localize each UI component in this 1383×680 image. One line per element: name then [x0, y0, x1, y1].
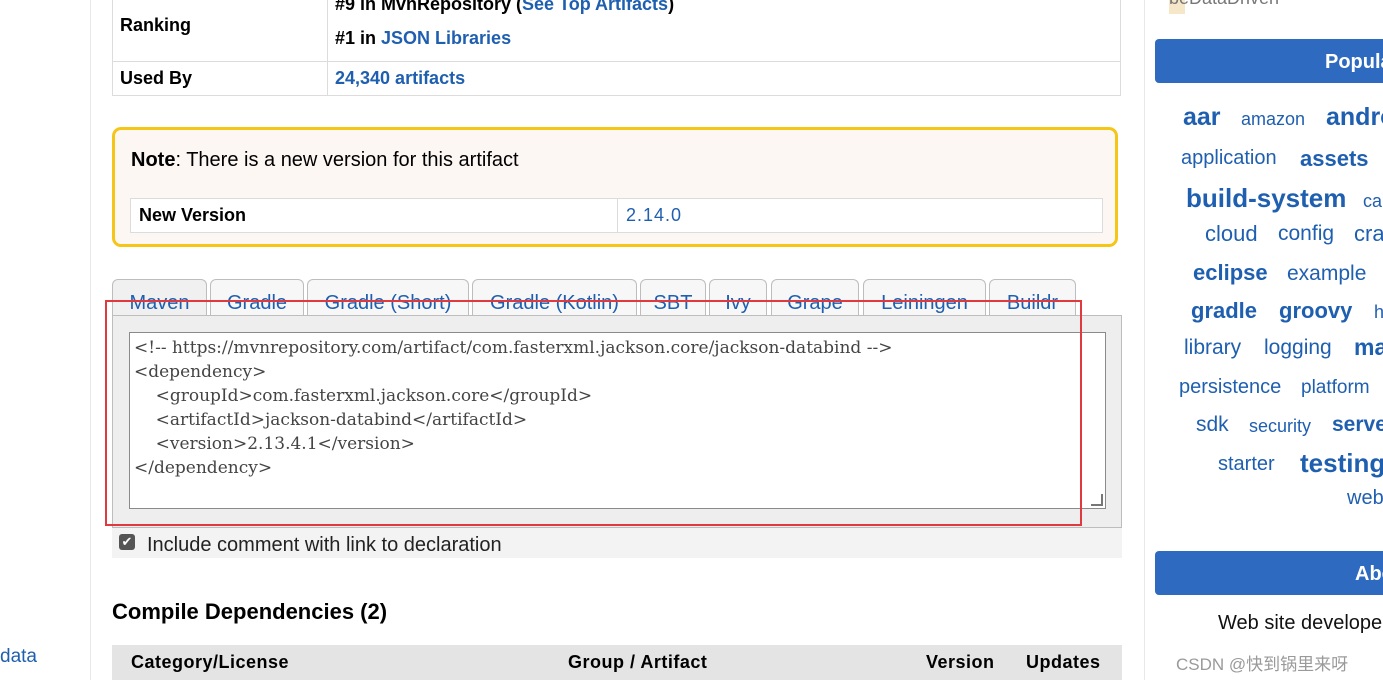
ranking-value: #9 in MvnRepository (See Top Artifacts) …: [327, 0, 1121, 62]
ranking-row: Ranking #9 in MvnRepository (See Top Art…: [112, 0, 1121, 62]
column-version: Version: [926, 652, 995, 672]
tab-maven[interactable]: Maven: [112, 279, 207, 317]
column-group-artifact: Group / Artifact: [568, 652, 708, 672]
used-by-link[interactable]: 24,340 artifacts: [335, 68, 465, 88]
column-updates: Updates: [1026, 652, 1101, 672]
ranking-text-2: #1 in: [335, 28, 382, 48]
compile-dependencies-title: Compile Dependencies (2): [112, 599, 388, 624]
new-version-note: Note: There is a new version for this ar…: [112, 127, 1118, 247]
tag-serve[interactable]: serve: [1332, 413, 1383, 437]
column-category-license: Category/License: [131, 652, 290, 672]
tab-ivy[interactable]: Ivy: [709, 279, 767, 317]
note-message: : There is a new version for this artifa…: [175, 149, 519, 171]
ranking-label: Ranking: [112, 0, 328, 62]
tag-ca[interactable]: ca: [1363, 191, 1382, 212]
tag-ma[interactable]: ma: [1354, 334, 1383, 361]
tab-gradle[interactable]: Gradle: [210, 279, 304, 317]
left-gutter: [0, 0, 91, 680]
about-header: About: [1155, 551, 1383, 595]
tag-cloud[interactable]: cloud: [1205, 221, 1258, 247]
ranking-line-1: #9 in MvnRepository (See Top Artifacts): [335, 0, 1113, 21]
new-version-table: New Version 2.14.0: [130, 198, 1103, 233]
new-version-link[interactable]: 2.14.0: [617, 198, 1103, 233]
code-panel: <!-- https://mvnrepository.com/artifact/…: [112, 315, 1122, 528]
tag-starter[interactable]: starter: [1218, 453, 1275, 476]
tag-gradle[interactable]: gradle: [1191, 298, 1257, 324]
include-comment-label[interactable]: Include comment with link to declaration: [147, 534, 502, 557]
sidebar-top-link[interactable]: beDataDriven: [1169, 0, 1279, 9]
tag-build-system[interactable]: build-system: [1186, 183, 1346, 214]
tag-logging[interactable]: logging: [1264, 336, 1332, 360]
tag-web[interactable]: web: [1347, 487, 1383, 510]
tag-assets[interactable]: assets: [1300, 146, 1369, 172]
ranking-line-2: #1 in JSON Libraries: [335, 21, 1113, 55]
left-nav-link[interactable]: data: [0, 646, 37, 668]
tag-cra[interactable]: cra: [1354, 221, 1383, 247]
tag-amazon[interactable]: amazon: [1241, 109, 1305, 130]
about-title: About: [1355, 563, 1383, 585]
note-bold: Note: [131, 149, 176, 171]
about-text: Web site develope: [1218, 612, 1383, 634]
include-comment-row: ✔ Include comment with link to declarati…: [112, 528, 1122, 558]
dependencies-table-header: Category/License Group / Artifact Versio…: [112, 645, 1122, 680]
tag-example[interactable]: example: [1287, 262, 1366, 286]
csdn-watermark: CSDN @快到锅里来呀: [1176, 655, 1349, 674]
tab-buildr[interactable]: Buildr: [989, 279, 1076, 317]
used-by-label: Used By: [112, 61, 328, 96]
tag-eclipse[interactable]: eclipse: [1193, 260, 1268, 286]
tag-groovy[interactable]: groovy: [1279, 298, 1352, 324]
tag-persistence[interactable]: persistence: [1179, 376, 1281, 399]
tab-gradle-kotlin[interactable]: Gradle (Kotlin): [472, 279, 637, 317]
artifact-info-table: Ranking #9 in MvnRepository (See Top Art…: [112, 0, 1121, 96]
tag-security[interactable]: security: [1249, 416, 1311, 437]
tag-h[interactable]: h: [1374, 302, 1383, 323]
tab-gradle-short[interactable]: Gradle (Short): [307, 279, 469, 317]
tag-library[interactable]: library: [1184, 336, 1241, 360]
tab-leiningen[interactable]: Leiningen: [863, 279, 986, 317]
used-by-value-cell: 24,340 artifacts: [327, 61, 1121, 96]
dependency-snippet[interactable]: <!-- https://mvnrepository.com/artifact/…: [130, 333, 1105, 483]
ranking-text: #9 in MvnRepository (: [335, 0, 523, 14]
used-by-row: Used By 24,340 artifacts: [112, 61, 1121, 96]
new-version-label: New Version: [130, 198, 618, 233]
tab-grape[interactable]: Grape: [771, 279, 859, 317]
include-comment-checkbox[interactable]: ✔: [119, 534, 135, 550]
resize-handle-icon[interactable]: [1091, 494, 1103, 506]
note-text: Note: There is a new version for this ar…: [131, 149, 519, 172]
tag-config[interactable]: config: [1278, 222, 1334, 246]
tag-platform[interactable]: platform: [1301, 377, 1370, 399]
tag-sdk[interactable]: sdk: [1196, 413, 1229, 437]
tag-application[interactable]: application: [1181, 147, 1277, 170]
dependency-snippet-textarea[interactable]: <!-- https://mvnrepository.com/artifact/…: [129, 332, 1106, 509]
ranking-text-suffix: ): [668, 0, 675, 14]
right-sidebar: beDataDriven Popular aar amazon android …: [1144, 0, 1383, 680]
tag-aar[interactable]: aar: [1183, 103, 1221, 132]
tag-testing[interactable]: testing: [1300, 448, 1383, 479]
tab-sbt[interactable]: SBT: [640, 279, 706, 317]
popular-tags-title: Popular: [1325, 51, 1383, 73]
json-libraries-link[interactable]: JSON Libraries: [381, 28, 511, 48]
tag-android[interactable]: android: [1326, 103, 1383, 132]
see-top-artifacts-link[interactable]: See Top Artifacts: [522, 0, 668, 14]
popular-tags-header: Popular: [1155, 39, 1383, 83]
